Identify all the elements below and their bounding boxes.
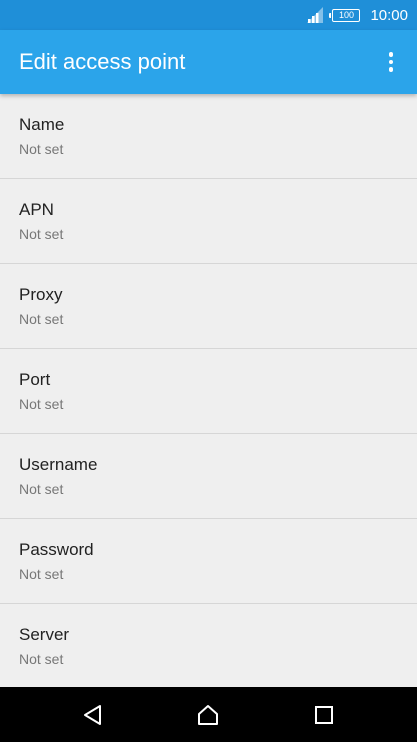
menu-dot [388, 67, 394, 72]
setting-item-port[interactable]: Port Not set [0, 349, 417, 434]
setting-item-password[interactable]: Password Not set [0, 519, 417, 604]
menu-dot [388, 59, 394, 65]
setting-item-name[interactable]: Name Not set [0, 94, 417, 179]
setting-summary: Not set [19, 396, 64, 412]
setting-summary: Not set [19, 311, 64, 327]
setting-summary: Not set [19, 226, 64, 242]
recents-icon [315, 705, 333, 724]
back-icon [84, 704, 101, 725]
setting-summary: Not set [19, 566, 64, 582]
setting-title: Proxy [19, 285, 63, 304]
app-bar: Edit access point [0, 30, 417, 94]
setting-title: Password [19, 540, 94, 559]
more-vert-icon[interactable] [379, 46, 403, 78]
signal-icon [307, 7, 324, 23]
menu-dot [388, 52, 394, 57]
page-title: Edit access point [19, 49, 186, 74]
setting-title: Server [19, 625, 70, 644]
setting-title: Username [19, 455, 98, 474]
battery-icon: 100 [329, 8, 361, 22]
recents-button[interactable] [294, 687, 354, 742]
setting-item-username[interactable]: Username Not set [0, 434, 417, 519]
setting-summary: Not set [19, 481, 64, 497]
navigation-bar [0, 687, 417, 742]
status-icons: 100 10:00 [306, 0, 408, 30]
setting-title: Name [19, 115, 65, 134]
setting-item-apn[interactable]: APN Not set [0, 179, 417, 264]
back-button[interactable] [63, 687, 123, 742]
home-icon [198, 704, 218, 725]
clock: 10:00 [370, 6, 408, 24]
setting-item-server[interactable]: Server Not set [0, 604, 417, 687]
setting-title: APN [19, 200, 54, 219]
battery-level: 100 [338, 9, 354, 20]
home-button[interactable] [178, 687, 238, 742]
settings-list: Name Not set APN Not set Proxy Not set P… [0, 94, 417, 687]
setting-title: Port [19, 370, 51, 389]
setting-summary: Not set [19, 651, 64, 667]
setting-item-proxy[interactable]: Proxy Not set [0, 264, 417, 349]
setting-summary: Not set [19, 141, 64, 157]
status-bar: 100 10:00 [0, 0, 417, 30]
